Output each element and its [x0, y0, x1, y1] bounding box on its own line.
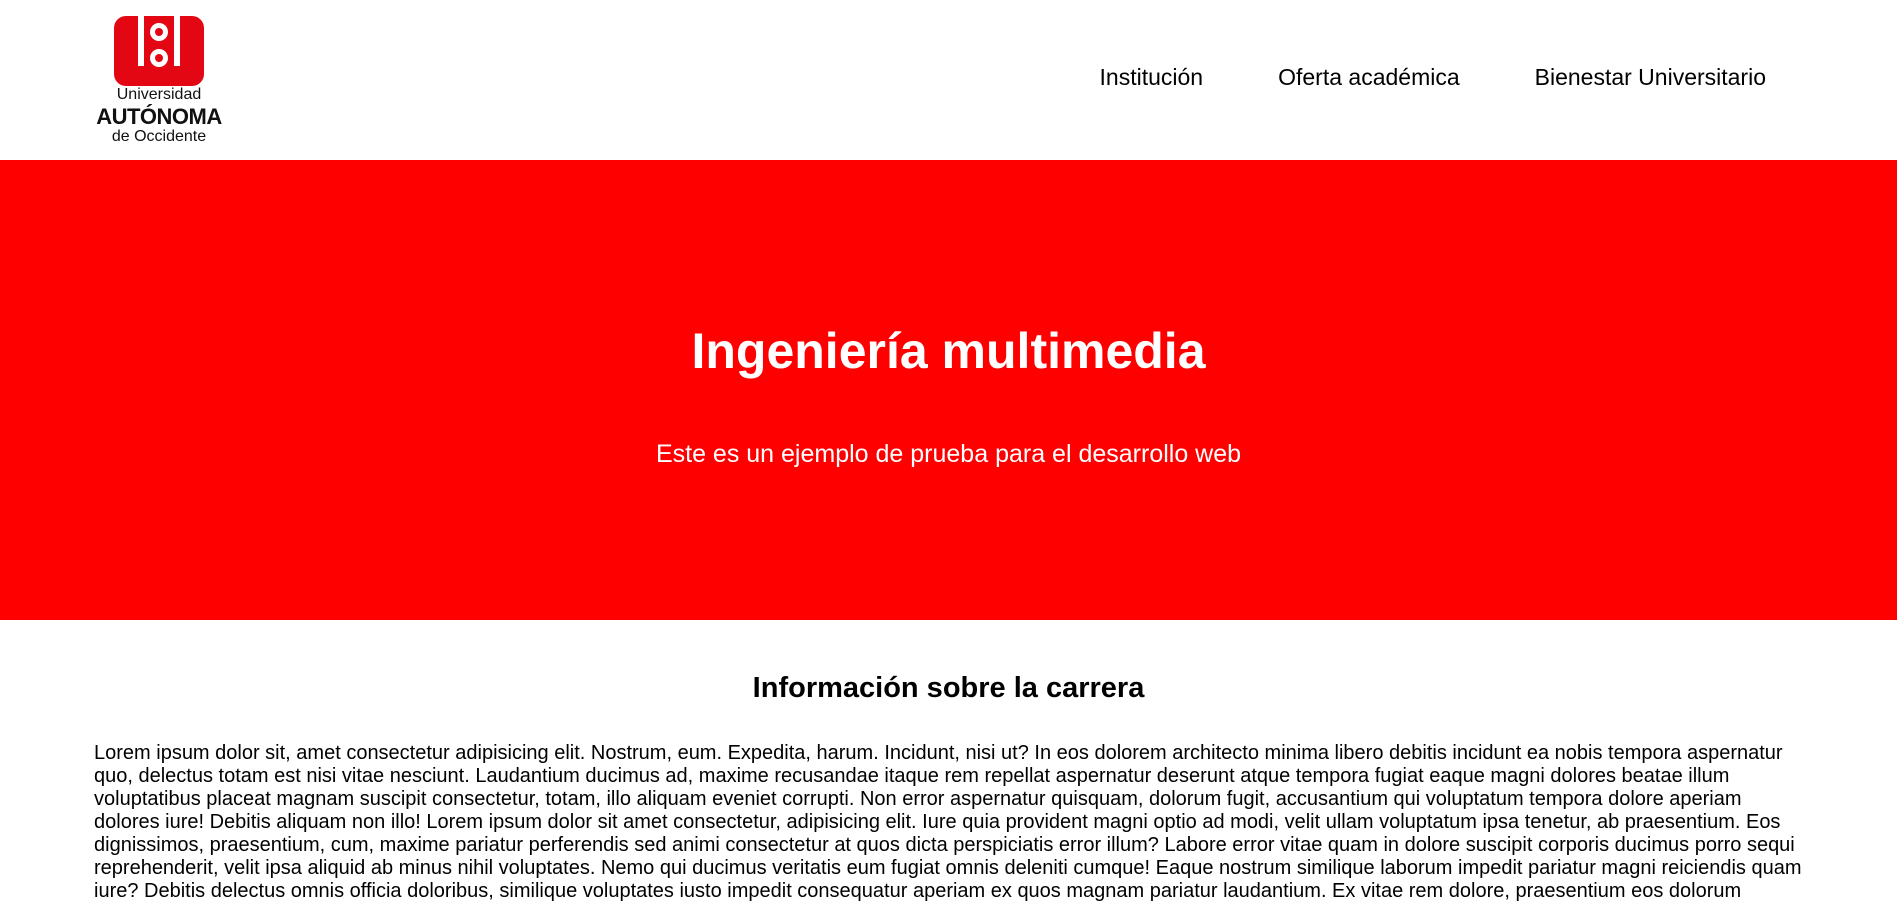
uao-logo-mark	[114, 16, 204, 86]
nav-link-bienestar-universitario[interactable]: Bienestar Universitario	[1535, 62, 1766, 92]
nav-link-institucion[interactable]: Institución	[1100, 62, 1204, 92]
career-info-section: Información sobre la carrera Lorem ipsum…	[0, 620, 1897, 903]
section-heading: Información sobre la carrera	[752, 672, 1145, 704]
logo-text-universidad: Universidad	[116, 86, 202, 103]
logo-text-occidente: de Occidente	[111, 128, 207, 145]
hero-banner: Ingeniería multimedia Este es un ejemplo…	[0, 160, 1897, 620]
site-header: Universidad AUTÓNOMA de Occidente Instit…	[0, 0, 1897, 160]
hero-title: Ingeniería multimedia	[691, 323, 1206, 379]
university-logo[interactable]: Universidad AUTÓNOMA de Occidente	[94, 16, 224, 145]
logo-text-autonoma: AUTÓNOMA	[96, 104, 222, 129]
hero-subtitle: Este es un ejemplo de prueba para el des…	[655, 440, 1242, 468]
section-body-text: Lorem ipsum dolor sit, amet consectetur …	[94, 742, 1802, 902]
nav-link-oferta-academica[interactable]: Oferta académica	[1278, 62, 1460, 92]
main-nav: Institución Oferta académica Bienestar U…	[1100, 62, 1766, 92]
